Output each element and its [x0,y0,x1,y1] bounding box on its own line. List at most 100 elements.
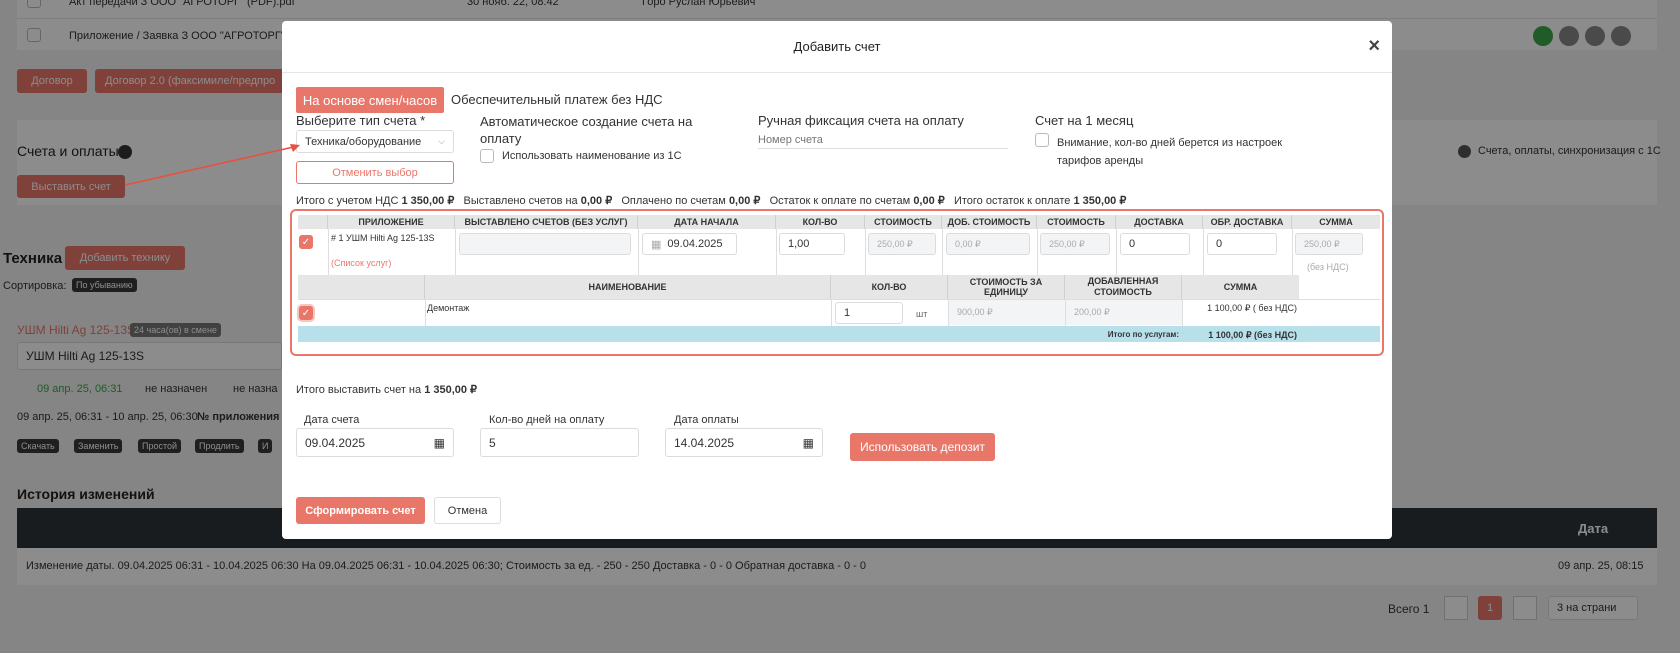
summary-line: Итого с учетом НДС 1 350,00 ₽ Выставлено… [296,194,1126,207]
type-label: Выберите тип счета * [296,113,426,128]
tab-security-deposit[interactable]: Обеспечительный платеж без НДС [451,92,663,107]
divider [1116,229,1117,275]
calendar-icon[interactable]: ▦ [434,436,445,450]
use-1c-label: Использовать наименование из 1С [502,150,682,162]
month-note: Внимание, кол-во дней берется из настрое… [1057,137,1283,167]
header-delivery: ДОСТАВКА [1116,215,1203,229]
service-sum: 1 100,00 ₽ ( без НДС) [1207,303,1297,313]
divider [328,229,329,275]
auto-create-title: Автоматическое создание счета на оплату [480,114,693,146]
header-add-cost: ДОБ. СТОИМОСТЬ [942,215,1037,229]
divider [865,229,866,275]
divider [1203,229,1204,275]
sub-header-qty: КОЛ-ВО [831,275,948,299]
sub-header-checkbox [298,275,425,299]
service-checkbox[interactable]: ✓ [299,306,313,320]
modal-header: Добавить счет [282,21,1392,73]
header-cost2: СТОИМОСТЬ [1037,215,1116,229]
modal-title: Добавить счет [793,39,881,54]
services-total-value: 1 100,00 ₽ (без НДС) [1208,330,1297,340]
service-unit: шт [916,309,928,319]
invoice-table: ПРИЛОЖЕНИЕ ВЫСТАВЛЕНО СЧЕТОВ (БЕЗ УСЛУГ)… [290,209,1384,356]
add-cost-field: 0,00 ₽ [946,233,1030,255]
service-name: Демонтаж [427,303,470,313]
return-delivery-input[interactable]: 0 [1207,233,1277,255]
header-start-date: ДАТА НАЧАЛА [638,215,776,229]
invoice-total-value: 1 350,00 ₽ [424,384,478,396]
annotation-arrow [124,144,300,186]
calendar-icon: ▦ [651,238,662,251]
cost-field: 250,00 ₽ [868,233,936,255]
remaining-label: Остаток к оплате по счетам [769,195,911,207]
start-date-input[interactable]: ▦ 09.04.2025 [642,233,737,255]
sum-field: 250,00 ₽ [1295,233,1363,255]
date-label: Дата счета [304,414,360,426]
header-return-delivery: ОБР. ДОСТАВКА [1203,215,1292,229]
use-deposit-button[interactable]: Использовать депозит [850,433,995,461]
services-list-link[interactable]: (Список услуг) [331,258,391,268]
services-total-label: Итого по услугам: [1107,330,1179,339]
total-vat-value: 1 350,00 ₽ [401,195,455,207]
cancel-button[interactable]: Отмена [434,497,501,524]
paid-label: Оплачено по счетам [621,195,726,207]
divider [298,299,1380,300]
issued-field [459,233,631,255]
days-label: Кол-во дней на оплату [489,414,605,426]
create-invoice-button[interactable]: Сформировать счет [296,497,425,524]
invoice-date-value: 09.04.2025 [305,435,366,450]
start-date-value: 09.04.2025 [667,238,723,250]
calendar-icon[interactable]: ▦ [803,436,814,450]
header-annex: ПРИЛОЖЕНИЕ [328,215,455,229]
service-add-cost: 200,00 ₽ [1066,300,1182,325]
invoice-type-value: Техника/оборудование [305,135,422,148]
divider [831,299,832,326]
header-qty: КОЛ-ВО [776,215,865,229]
invoice-total-label: Итого выставить счет на [296,384,422,396]
divider [1037,229,1038,275]
use-1c-checkbox[interactable] [480,149,494,163]
paid-value: 0,00 ₽ [728,195,761,207]
month-title: Счет на 1 месяц [1035,113,1134,128]
header-issued: ВЫСТАВЛЕНО СЧЕТОВ (БЕЗ УСЛУГ) [455,215,638,229]
month-checkbox[interactable] [1035,133,1049,147]
pay-date-value: 14.04.2025 [674,435,735,450]
annex-name: # 1 УШМ Hilti Ag 125-13S [331,233,435,243]
row-checkbox[interactable]: ✓ [299,235,313,249]
sub-header-name: НАИМЕНОВАНИЕ [425,275,831,299]
service-qty-input[interactable]: 1 [835,302,903,324]
issued-label: Выставлено счетов на [463,195,578,207]
total-remaining-label: Итого остаток к оплате [953,195,1071,207]
divider [425,299,426,326]
invoice-date-input[interactable]: 09.04.2025 ▦ [296,428,454,457]
header-sum: СУММА [1292,215,1380,229]
divider [455,229,456,275]
total-remaining-value: 1 350,00 ₽ [1073,195,1127,207]
sub-header-add-cost: ДОБАВЛЕННАЯ СТОИМОСТЬ [1065,275,1182,299]
chevron-down-icon: ⌵ [438,136,445,146]
divider [638,229,639,275]
issued-value: 0,00 ₽ [580,195,613,207]
delivery-input[interactable]: 0 [1120,233,1190,255]
total-vat-label: Итого с учетом НДС [296,195,399,207]
sub-header-sum: СУММА [1182,275,1299,299]
pay-date-input[interactable]: 14.04.2025 ▦ [665,428,823,457]
manual-title: Ручная фиксация счета на оплату [758,113,964,128]
divider [1182,299,1183,326]
divider [1292,229,1293,275]
header-cost: СТОИМОСТЬ [865,215,942,229]
divider [942,229,943,275]
invoice-number-input[interactable] [758,131,1008,149]
tab-shifts-hours[interactable]: На основе смен/часов [296,87,444,113]
remaining-value: 0,00 ₽ [913,195,945,207]
days-input[interactable]: 5 [480,428,639,457]
sum-note: (без НДС) [1307,262,1349,272]
service-unit-cost: 900,00 ₽ [949,300,1065,325]
qty-input[interactable]: 1,00 [779,233,845,255]
pay-date-label: Дата оплаты [674,414,739,426]
header-checkbox-col [298,215,328,229]
close-icon[interactable]: × [1368,36,1380,56]
sub-header-unit-cost: СТОИМОСТЬ ЗА ЕДИНИЦУ [948,275,1065,299]
divider [776,229,777,275]
cost2-field: 250,00 ₽ [1040,233,1110,255]
invoice-total-line: Итого выставить счет на 1 350,00 ₽ [296,383,477,396]
